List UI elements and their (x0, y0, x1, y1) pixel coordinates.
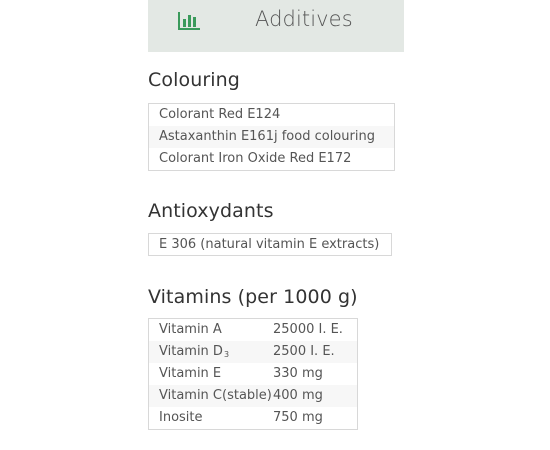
colouring-list: Colorant Red E124 Astaxanthin E161j food… (148, 103, 395, 171)
vitamin-name: Inosite (159, 410, 203, 425)
colouring-heading: Colouring (148, 69, 240, 91)
table-row: Vitamin D3 2500 I. E. (149, 341, 357, 363)
additives-header: Additives (148, 0, 404, 52)
table-row: Vitamin A 25000 I. E. (149, 319, 357, 341)
list-item: Astaxanthin E161j food colouring (149, 126, 394, 148)
vitamin-name: Vitamin A (159, 322, 222, 337)
table-row: Inosite 750 mg (149, 407, 357, 429)
vitamin-name: Vitamin D (159, 344, 223, 359)
vitamin-subscript: 3 (223, 350, 230, 359)
bar-chart-icon (178, 12, 200, 30)
vitamin-name-cell: Vitamin D3 (149, 341, 273, 363)
antioxydants-heading: Antioxydants (148, 200, 274, 222)
antioxydants-list: E 306 (natural vitamin E extracts) (148, 233, 392, 256)
vitamin-name: Vitamin E (159, 366, 222, 381)
list-item: Colorant Iron Oxide Red E172 (159, 151, 352, 166)
vitamin-value: 25000 I. E. (273, 322, 343, 337)
list-item: E 306 (natural vitamin E extracts) (159, 237, 380, 252)
vitamin-value: 330 mg (273, 366, 323, 381)
table-row: Vitamin E 330 mg (149, 363, 357, 385)
vitamins-table: Vitamin A 25000 I. E. Vitamin D3 2500 I.… (148, 318, 358, 430)
vitamin-name: Vitamin C(stable) (159, 388, 272, 403)
vitamins-heading: Vitamins (per 1000 g) (148, 286, 358, 308)
list-item: Colorant Red E124 (159, 107, 281, 122)
vitamin-value: 750 mg (273, 410, 323, 425)
table-row: Vitamin C(stable) 400 mg (149, 385, 357, 407)
vitamin-value: 2500 I. E. (273, 344, 335, 359)
vitamin-value: 400 mg (273, 388, 323, 403)
header-title: Additives (255, 7, 353, 31)
